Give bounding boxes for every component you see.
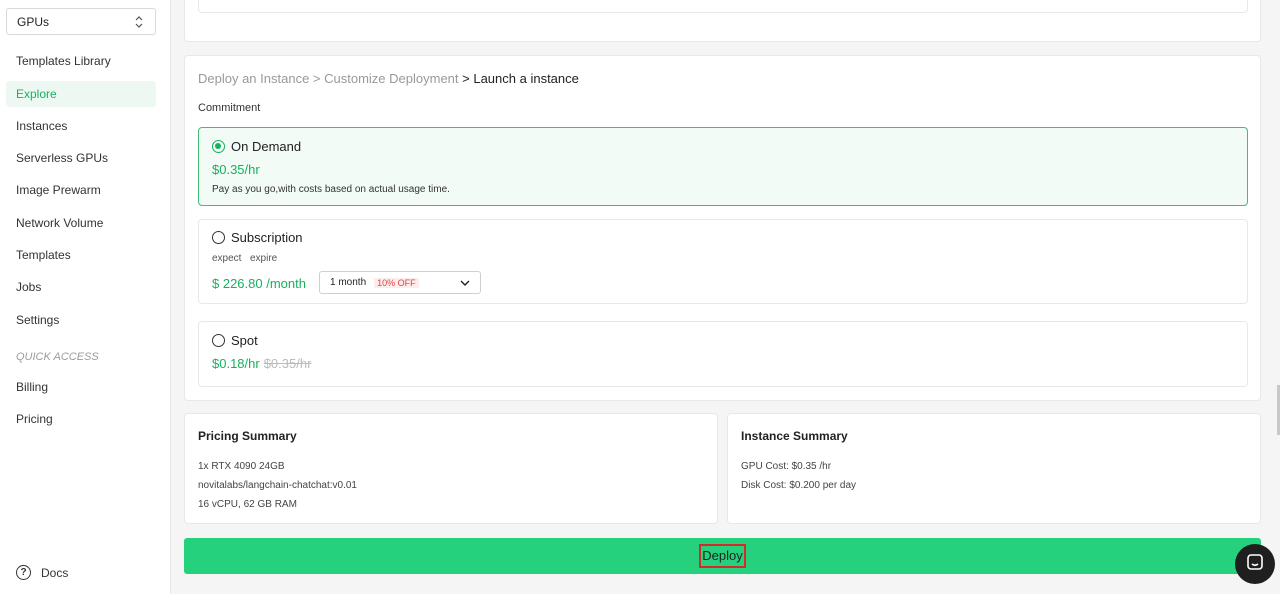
deploy-button-label: Deploy <box>699 544 746 568</box>
sidebar-item-label: Explore <box>16 87 57 101</box>
sidebar-item-image-prewarm[interactable]: Image Prewarm <box>6 177 156 203</box>
docs-label: Docs <box>41 565 69 580</box>
product-select[interactable]: GPUs <box>6 8 156 35</box>
breadcrumb: Deploy an Instance > Customize Deploymen… <box>198 71 579 86</box>
on-demand-option[interactable]: On Demand $0.35/hr Pay as you go,with co… <box>198 127 1248 206</box>
sidebar-item-label: Serverless GPUs <box>16 151 109 165</box>
instance-summary-card: Instance Summary GPU Cost: $0.35 /hr Dis… <box>727 413 1261 524</box>
docs-link[interactable]: ? Docs <box>16 565 68 580</box>
sidebar-item-pricing[interactable]: Pricing <box>6 406 156 432</box>
quick-access-heading: QUICK ACCESS <box>16 351 99 363</box>
spot-radio[interactable] <box>212 334 225 347</box>
subscription-price: $ 226.80 /month <box>212 276 306 291</box>
deploy-button[interactable]: Deploy <box>184 538 1261 574</box>
breadcrumb-deploy-instance[interactable]: Deploy an Instance <box>198 71 309 86</box>
sidebar-item-label: Templates Library <box>16 54 111 68</box>
sidebar-item-explore[interactable]: Explore <box>6 81 156 107</box>
pricing-summary-resources: 16 vCPU, 62 GB RAM <box>198 499 297 510</box>
spot-title: Spot <box>231 333 258 348</box>
spot-price: $0.18/hr <box>212 356 260 371</box>
pricing-summary-title: Pricing Summary <box>198 429 297 443</box>
sidebar-item-label: Image Prewarm <box>16 183 101 197</box>
discount-badge: 10% OFF <box>374 277 419 288</box>
subscription-expect: expect <box>212 253 242 264</box>
sidebar: GPUs Templates Library Explore Instances… <box>0 0 171 594</box>
subscription-title: Subscription <box>231 230 303 245</box>
sidebar-item-jobs[interactable]: Jobs <box>6 274 156 300</box>
sidebar-item-label: Templates <box>16 248 71 262</box>
instance-summary-gpu-cost: GPU Cost: $0.35 /hr <box>741 461 832 472</box>
sidebar-item-templates-library[interactable]: Templates Library <box>6 48 156 74</box>
chevron-down-icon <box>460 278 470 291</box>
breadcrumb-customize-deployment[interactable]: Customize Deployment <box>324 71 458 86</box>
breadcrumb-separator: > <box>309 71 325 86</box>
sidebar-item-label: Network Volume <box>16 216 104 230</box>
on-demand-price: $0.35/hr <box>212 162 260 177</box>
instance-summary-disk-cost: Disk Cost: $0.200 per day <box>741 480 857 491</box>
pricing-summary-card: Pricing Summary 1x RTX 4090 24GB novital… <box>184 413 718 524</box>
chevron-up-down-icon <box>133 14 145 30</box>
previous-section-card <box>184 0 1261 42</box>
commitment-label: Commitment <box>198 102 261 114</box>
sidebar-item-templates[interactable]: Templates <box>6 242 156 268</box>
sidebar-item-label: Pricing <box>16 412 53 426</box>
breadcrumb-separator: > <box>458 71 474 86</box>
subscription-option[interactable]: Subscription expect expire $ 226.80 /mon… <box>198 219 1248 304</box>
on-demand-title: On Demand <box>231 139 302 154</box>
launch-instance-card: Deploy an Instance > Customize Deploymen… <box>184 55 1261 401</box>
subscription-expire: expire <box>250 253 278 264</box>
sidebar-item-label: Billing <box>16 380 49 394</box>
sidebar-item-settings[interactable]: Settings <box>6 307 156 333</box>
previous-section-inner <box>198 0 1248 13</box>
breadcrumb-launch-instance: Launch a instance <box>473 71 579 86</box>
chat-widget-button[interactable] <box>1235 544 1275 584</box>
spot-original-price: $0.35/hr <box>263 356 312 371</box>
spot-option[interactable]: Spot $0.18/hr $0.35/hr <box>198 321 1248 387</box>
sidebar-item-label: Settings <box>16 313 60 327</box>
sidebar-item-label: Jobs <box>16 280 42 294</box>
pricing-summary-gpu: 1x RTX 4090 24GB <box>198 461 285 472</box>
duration-value: 1 month <box>330 277 367 288</box>
product-select-value: GPUs <box>17 14 50 29</box>
chat-icon <box>1246 553 1264 576</box>
on-demand-description: Pay as you go,with costs based on actual… <box>212 184 450 195</box>
sidebar-item-serverless-gpus[interactable]: Serverless GPUs <box>6 145 156 171</box>
on-demand-radio[interactable] <box>212 140 225 153</box>
help-circle-icon: ? <box>16 565 31 580</box>
sidebar-item-billing[interactable]: Billing <box>6 374 156 400</box>
subscription-radio[interactable] <box>212 231 225 244</box>
spot-price-row: $0.18/hr $0.35/hr <box>212 356 311 371</box>
sidebar-item-instances[interactable]: Instances <box>6 113 156 139</box>
subscription-duration-select[interactable]: 1 month 10% OFF <box>319 271 481 294</box>
instance-summary-title: Instance Summary <box>741 429 848 443</box>
pricing-summary-image: novitalabs/langchain-chatchat:v0.01 <box>198 480 357 491</box>
sidebar-item-network-volume[interactable]: Network Volume <box>6 210 156 236</box>
sidebar-item-label: Instances <box>16 119 68 133</box>
